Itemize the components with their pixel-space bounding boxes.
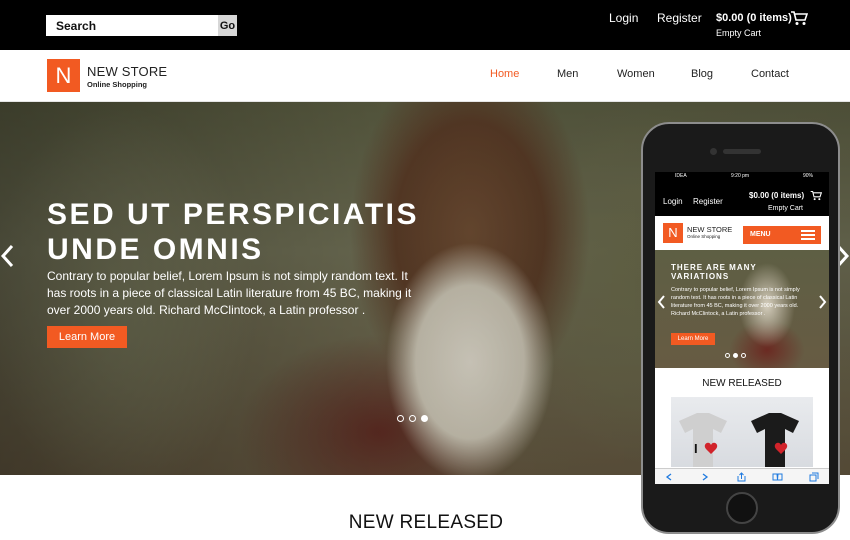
nav-blog[interactable]: Blog bbox=[691, 68, 713, 80]
phone-slider-dot-3[interactable] bbox=[741, 353, 746, 358]
phone-status-bar: IDEA 9:20 pm 90% bbox=[655, 172, 829, 180]
phone-cart-icon[interactable] bbox=[810, 190, 822, 201]
phone-speaker bbox=[723, 149, 761, 154]
phone-time: 9:20 pm bbox=[731, 173, 750, 179]
phone-logo-title: NEW STORE bbox=[687, 225, 733, 234]
phone-slider-dot-1[interactable] bbox=[725, 353, 730, 358]
logo-mark[interactable]: N bbox=[47, 59, 80, 92]
login-link[interactable]: Login bbox=[609, 11, 638, 25]
nav-women[interactable]: Women bbox=[617, 68, 655, 80]
product-text: I bbox=[694, 441, 698, 456]
phone-hero-text: Contrary to popular belief, Lorem Ipsum … bbox=[671, 287, 800, 317]
phone-carrier: IDEA bbox=[675, 173, 687, 179]
slider-dot-3[interactable] bbox=[421, 415, 428, 422]
phone-cart-total[interactable]: $0.00 (0 items) bbox=[749, 191, 804, 200]
phone-learn-more-button[interactable]: Learn More bbox=[671, 333, 715, 345]
phone-home-button[interactable] bbox=[726, 492, 758, 524]
phone-slider-dot-2[interactable] bbox=[733, 353, 738, 358]
logo-title[interactable]: NEW STORE bbox=[87, 64, 167, 79]
hero-text: Contrary to popular belief, Lorem Ipsum … bbox=[47, 269, 412, 317]
nav-home[interactable]: Home bbox=[490, 68, 519, 80]
nav-men[interactable]: Men bbox=[557, 68, 578, 80]
browser-back-icon[interactable] bbox=[665, 473, 673, 481]
phone-login-link[interactable]: Login bbox=[663, 197, 683, 206]
phone-prev-arrow-icon[interactable] bbox=[657, 295, 665, 309]
phone-menu-button[interactable]: MENU bbox=[743, 226, 821, 244]
register-link[interactable]: Register bbox=[657, 11, 702, 25]
browser-forward-icon[interactable] bbox=[701, 473, 709, 481]
logo-subtitle: Online Shopping bbox=[87, 80, 147, 89]
nav-contact[interactable]: Contact bbox=[751, 68, 789, 80]
phone-browser-toolbar bbox=[655, 468, 829, 484]
cart-total[interactable]: $0.00 (0 items) bbox=[716, 12, 792, 24]
search-go-button[interactable]: Go bbox=[218, 15, 237, 36]
browser-bookmarks-icon[interactable] bbox=[772, 473, 783, 481]
phone-menu-label: MENU bbox=[750, 231, 771, 238]
cart-icon[interactable] bbox=[790, 10, 808, 26]
search-box: Go bbox=[46, 15, 237, 36]
hamburger-icon bbox=[801, 230, 815, 240]
phone-cart-status: Empty Cart bbox=[768, 205, 804, 212]
hero-title: SED UT PERSPICIATIS UNDE OMNIS bbox=[47, 198, 419, 266]
learn-more-button[interactable]: Learn More bbox=[47, 326, 127, 348]
phone-logo-subtitle: Online Shopping bbox=[687, 234, 721, 239]
phone-register-link[interactable]: Register bbox=[693, 197, 723, 206]
slider-dot-2[interactable] bbox=[409, 415, 416, 422]
phone-next-arrow-icon[interactable] bbox=[819, 295, 827, 309]
phone-product-image[interactable]: I bbox=[671, 397, 813, 467]
phone-section-title: NEW RELEASED bbox=[702, 378, 782, 389]
phone-logo-mark[interactable]: N bbox=[663, 223, 683, 243]
slider-prev-arrow-icon[interactable] bbox=[0, 244, 14, 268]
browser-share-icon[interactable] bbox=[737, 472, 746, 482]
phone-top-bar: Login Register $0.00 (0 items) Empty Car… bbox=[655, 180, 829, 216]
phone-screen: IDEA 9:20 pm 90% Login Register $0.00 (0… bbox=[655, 172, 829, 484]
site-header: N NEW STORE Online Shopping Home Men Wom… bbox=[0, 50, 850, 102]
cart-status: Empty Cart bbox=[716, 28, 762, 38]
phone-mockup: IDEA 9:20 pm 90% Login Register $0.00 (0… bbox=[641, 122, 840, 534]
phone-battery: 90% bbox=[803, 173, 814, 179]
top-bar: Go Login Register $0.00 (0 items) Empty … bbox=[0, 0, 850, 50]
phone-hero-title: THERE ARE MANY VARIATIONS bbox=[671, 263, 757, 281]
phone-hero-slider: THERE ARE MANY VARIATIONS Contrary to po… bbox=[655, 250, 829, 368]
browser-tabs-icon[interactable] bbox=[809, 472, 819, 482]
slider-dot-1[interactable] bbox=[397, 415, 404, 422]
search-input[interactable] bbox=[46, 15, 218, 36]
product-tshirts-graphic bbox=[679, 413, 799, 467]
phone-camera bbox=[710, 148, 717, 155]
phone-header: N NEW STORE Online Shopping MENU bbox=[655, 216, 829, 250]
